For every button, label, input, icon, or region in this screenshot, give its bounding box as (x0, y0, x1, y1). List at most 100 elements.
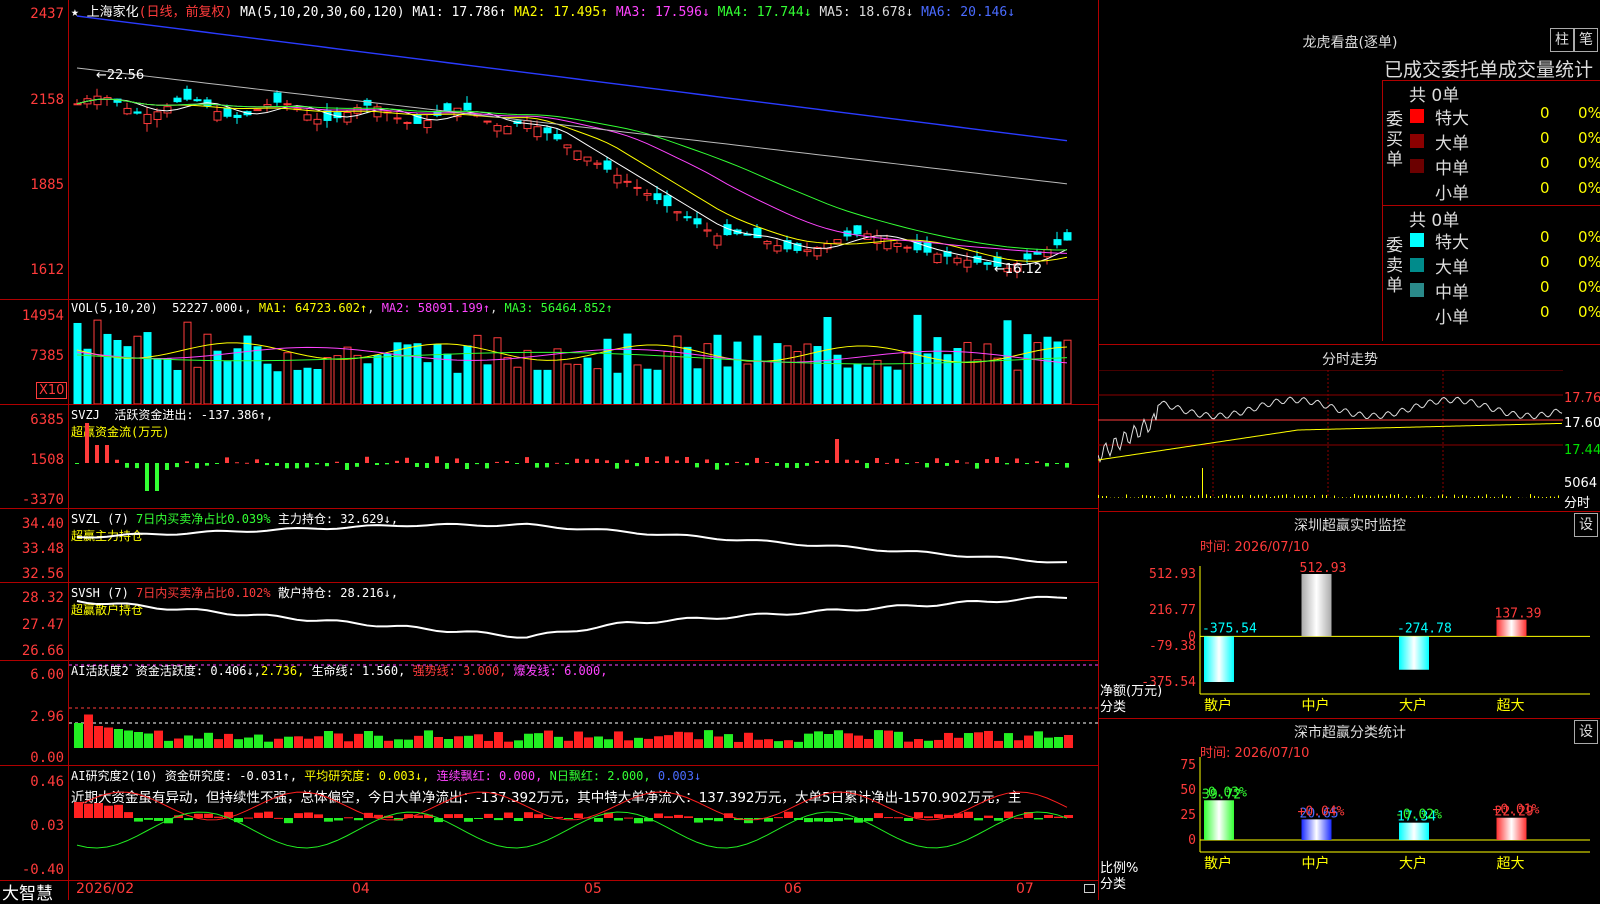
svzj-bar (965, 462, 969, 463)
intraday-vol-bar (1478, 496, 1479, 498)
svzj-bar (305, 463, 309, 467)
ai-active-bar (564, 741, 573, 748)
sz-stats-settings-button[interactable]: 设 (1574, 720, 1598, 744)
vol-bar (504, 357, 511, 404)
vol-bar (544, 370, 551, 404)
intraday-vol-bar (1558, 495, 1559, 498)
ai-active-bar (654, 736, 663, 748)
svzl-line (69, 509, 1098, 582)
vol-bar (954, 349, 961, 404)
order-size-label: 大单 (1435, 129, 1469, 154)
ai-research-bar (714, 818, 723, 821)
ai-research-bar (344, 817, 353, 818)
vol-bar (684, 347, 691, 404)
candle-body (754, 228, 761, 237)
vol-bar (924, 354, 931, 404)
ai-active-bar (924, 741, 933, 748)
vol-bar (294, 370, 301, 404)
ai-active-bar (224, 734, 233, 748)
ai-active-bar (884, 731, 893, 748)
vol-bar (934, 338, 941, 404)
order-count: 0 (1540, 303, 1550, 321)
svzj-bar (925, 463, 929, 467)
svzj-bar (685, 457, 689, 463)
ai-research-bar (84, 804, 93, 818)
ai-research-axis-3: -0.40 (0, 862, 64, 878)
chart-bar (1204, 636, 1234, 682)
ai-research-bar (254, 813, 263, 818)
intraday-vol-bar (1174, 495, 1175, 498)
chart-bar-label: -274.78 (1397, 621, 1452, 636)
intraday-vol-bar (1266, 494, 1267, 498)
tick-view-button[interactable]: 笔 (1574, 28, 1598, 52)
ai-active-bar (454, 736, 463, 748)
vol-bar (474, 335, 481, 404)
vol-bar (844, 368, 851, 404)
ai-active-bar (674, 732, 683, 748)
bar-view-button[interactable]: 柱 (1550, 28, 1574, 52)
vol-bar (774, 344, 781, 404)
intraday-vol-bar (1306, 495, 1307, 498)
candle-body (564, 145, 571, 148)
lock-icon[interactable] (1084, 884, 1095, 893)
ai-active-bar (154, 731, 163, 748)
vol-bar (644, 369, 651, 404)
candle-body (674, 212, 681, 213)
svzj-bar (595, 459, 599, 463)
vol-bar (264, 364, 271, 404)
vol-bar (854, 364, 861, 404)
ai-research-bar (634, 818, 643, 823)
ai-active-bar (744, 733, 753, 748)
vol-bar (154, 359, 161, 404)
ai-active-bar (824, 734, 833, 748)
intraday-vol-bar (1550, 496, 1551, 498)
svzj-bar (515, 463, 519, 464)
ai-research-bar (814, 818, 823, 822)
ai-research-bar (484, 814, 493, 818)
intraday-vol-bar (1186, 497, 1187, 498)
ai-research-bar (154, 818, 163, 821)
intraday-vol-bar (1170, 494, 1171, 498)
ai-active-bar (624, 740, 633, 748)
candle-body (534, 127, 541, 137)
intraday-vol-bar (1502, 495, 1503, 498)
order-percent: 0% (1578, 228, 1600, 246)
svzj-bar (955, 460, 959, 463)
svzj-bar (355, 463, 359, 467)
svzj-bar (855, 460, 859, 463)
vol-bar (444, 354, 451, 404)
legend-swatch (1410, 283, 1424, 297)
ai-active-bar (334, 733, 343, 748)
svzj-bar (465, 463, 469, 469)
svzj-bar (1045, 463, 1049, 466)
intraday-vol-bar (1422, 495, 1423, 498)
intraday-vol-bar (1382, 496, 1383, 498)
vol-bar (1014, 370, 1021, 404)
sz-monitor-settings-button[interactable]: 设 (1574, 513, 1598, 537)
candle-body (94, 96, 101, 105)
ai-research-bar (674, 815, 683, 818)
legend-swatch (1410, 233, 1424, 247)
intraday-vol-bar (1310, 497, 1311, 498)
ai-research-bar (914, 812, 923, 818)
candle-body (364, 100, 371, 105)
vol-bar (494, 338, 501, 404)
legend-swatch (1410, 258, 1424, 272)
svzj-bar (825, 460, 829, 463)
ai-active-bar (994, 741, 1003, 748)
intraday-title: 分时走势 (1300, 349, 1400, 369)
ai-active-bar (1004, 733, 1013, 748)
intraday-axis-2: 17.60 (1564, 416, 1600, 431)
svzj-bar (795, 463, 799, 468)
date-axis-5: 07 (1016, 881, 1034, 897)
chart-axis-label: 512.93 (1149, 567, 1196, 582)
svsh-axis-3: 26.66 (0, 643, 64, 659)
ai-active-bar (664, 735, 673, 748)
svzj-bar (715, 463, 719, 470)
ai-active-bar (204, 733, 213, 748)
vol-bar (174, 370, 181, 404)
intraday-vol-bar (1374, 496, 1375, 498)
intraday-vol-bar (1226, 494, 1227, 498)
price-axis-4: 1612 (0, 262, 64, 278)
ai-active-bar (784, 740, 793, 748)
